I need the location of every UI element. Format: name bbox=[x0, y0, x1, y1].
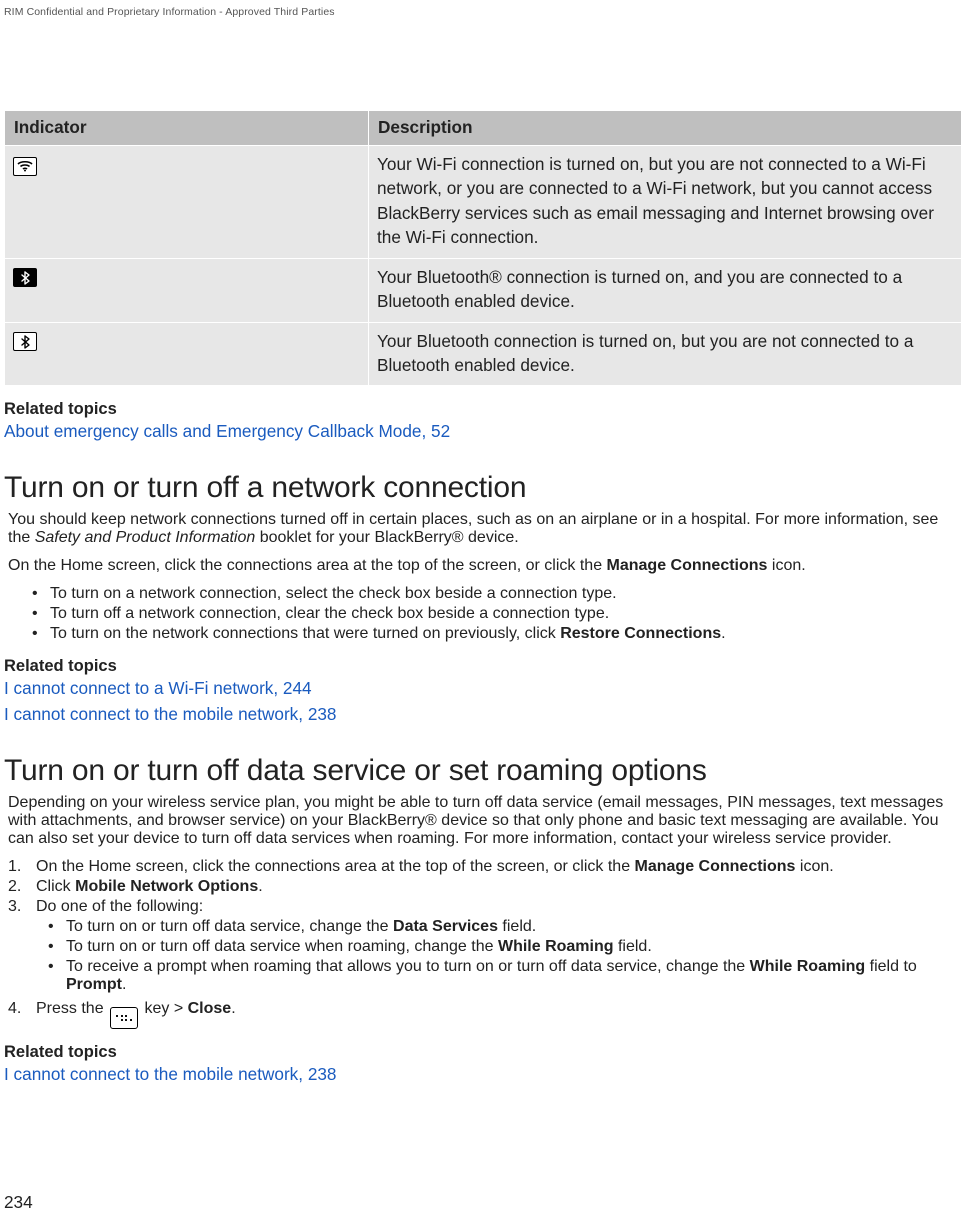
network-bullets: To turn on a network connection, select … bbox=[28, 585, 962, 643]
list-item: Click Mobile Network Options. bbox=[8, 878, 962, 896]
table-cell-description: Your Bluetooth connection is turned on, … bbox=[369, 322, 962, 386]
link-mobile-cannot-connect[interactable]: I cannot connect to the mobile network, … bbox=[4, 1064, 337, 1084]
related-topics-heading: Related topics bbox=[4, 1043, 962, 1062]
heading-data-service: Turn on or turn off data service or set … bbox=[4, 754, 962, 788]
list-item: On the Home screen, click the connection… bbox=[8, 858, 962, 876]
list-item: To receive a prompt when roaming that al… bbox=[44, 958, 962, 994]
confidential-header: RIM Confidential and Proprietary Informa… bbox=[4, 6, 335, 18]
related-topics-heading: Related topics bbox=[4, 657, 962, 676]
menu-key-icon bbox=[110, 1007, 138, 1029]
list-item: To turn on or turn off data service, cha… bbox=[44, 918, 962, 936]
list-item: Press the key > Close. bbox=[8, 1000, 962, 1029]
table-row: Your Wi-Fi connection is turned on, but … bbox=[5, 146, 962, 259]
list-item: To turn off a network connection, clear … bbox=[28, 605, 962, 623]
table-header-description: Description bbox=[369, 111, 962, 146]
table-cell-description: Your Bluetooth® connection is turned on,… bbox=[369, 258, 962, 322]
table-header-indicator: Indicator bbox=[5, 111, 369, 146]
bluetooth-disconnected-icon bbox=[13, 332, 37, 351]
wifi-disconnected-icon bbox=[13, 157, 37, 176]
list-item: To turn on a network connection, select … bbox=[28, 585, 962, 603]
page-number: 234 bbox=[4, 1192, 33, 1213]
link-wifi-cannot-connect[interactable]: I cannot connect to a Wi-Fi network, 244 bbox=[4, 678, 312, 698]
network-intro: You should keep network connections turn… bbox=[8, 511, 958, 547]
list-item: Do one of the following: To turn on or t… bbox=[8, 898, 962, 994]
table-row: Your Bluetooth® connection is turned on,… bbox=[5, 258, 962, 322]
list-item: To turn on or turn off data service when… bbox=[44, 938, 962, 956]
network-instruction: On the Home screen, click the connection… bbox=[8, 557, 958, 575]
list-item: To turn on the network connections that … bbox=[28, 625, 962, 643]
data-intro: Depending on your wireless service plan,… bbox=[8, 794, 958, 848]
link-mobile-cannot-connect[interactable]: I cannot connect to the mobile network, … bbox=[4, 704, 337, 724]
related-topics-heading: Related topics bbox=[4, 400, 962, 419]
data-steps: On the Home screen, click the connection… bbox=[8, 858, 962, 1029]
table-cell-description: Your Wi-Fi connection is turned on, but … bbox=[369, 146, 962, 259]
indicator-description-table: Indicator Description bbox=[4, 110, 962, 386]
heading-turn-network: Turn on or turn off a network connection bbox=[4, 471, 962, 505]
link-emergency-calls[interactable]: About emergency calls and Emergency Call… bbox=[4, 421, 450, 441]
bluetooth-connected-icon bbox=[13, 268, 37, 287]
table-row: Your Bluetooth connection is turned on, … bbox=[5, 322, 962, 386]
